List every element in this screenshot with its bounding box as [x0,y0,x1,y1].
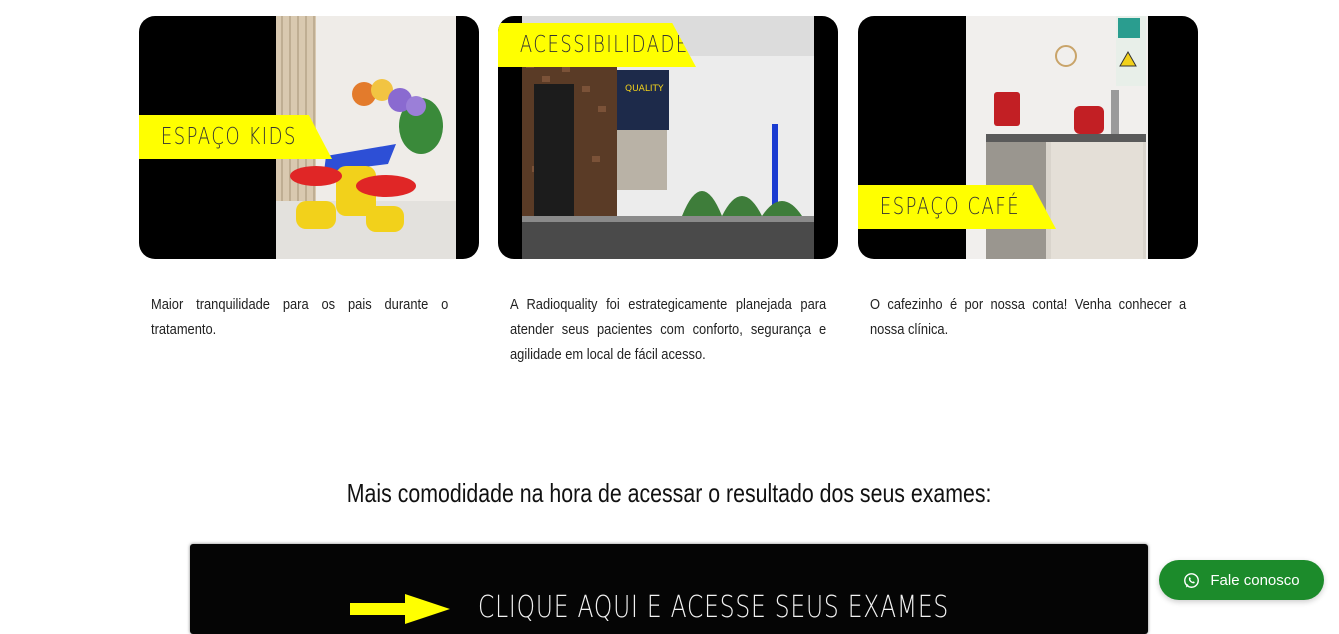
results-heading-text: Mais comodidade na hora de acessar o res… [347,478,992,508]
arrow-right-icon [350,594,450,624]
banner-espaco-kids: ESPAÇO KIDS [139,115,332,159]
card-espaco-kids: ESPAÇO KIDS [139,16,479,259]
access-exams-label: CLIQUE AQUI E ACESSE SEUS EXAMES [478,590,950,625]
whatsapp-icon [1184,572,1200,588]
whatsapp-contact-button[interactable]: Fale conosco [1159,560,1324,600]
banner-label: ACESSIBILIDADE [519,32,689,58]
access-exams-banner[interactable]: CLIQUE AQUI E ACESSE SEUS EXAMES [190,544,1148,634]
banner-espaco-cafe: ESPAÇO CAFÉ [858,185,1056,229]
banner-label: ESPAÇO KIDS [160,124,297,150]
banner-acessibilidade: ACESSIBILIDADE [498,23,696,67]
description-espaco-kids: Maior tranquilidade para os pais durante… [151,292,449,342]
results-heading: Mais comodidade na hora de acessar o res… [0,478,1339,509]
card-acessibilidade: QUALITY ACESSIBILIDADE [498,16,838,259]
storefront-sign-text: QUALITY [625,84,664,94]
description-text: A Radioquality foi estrategicamente plan… [510,296,827,363]
banner-label: ESPAÇO CAFÉ [879,194,1021,220]
description-acessibilidade: A Radioquality foi estrategicamente plan… [510,292,827,367]
description-text: Maior tranquilidade para os pais durante… [151,296,449,338]
description-espaco-cafe: O cafezinho é por nossa conta! Venha con… [870,292,1187,342]
card-espaco-cafe: ESPAÇO CAFÉ [858,16,1198,259]
description-text: O cafezinho é por nossa conta! Venha con… [870,296,1187,338]
whatsapp-button-label: Fale conosco [1210,571,1300,589]
